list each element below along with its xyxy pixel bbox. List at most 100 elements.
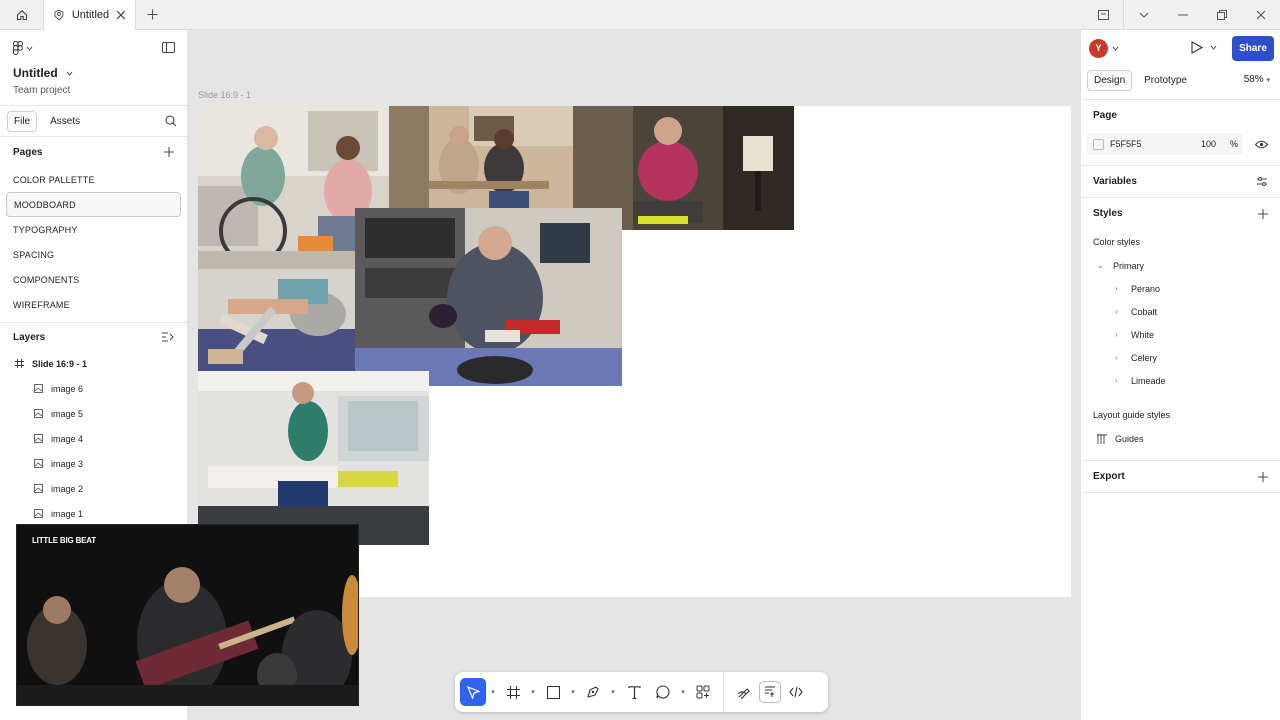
design-file-icon — [54, 9, 64, 21]
color-style-item[interactable]: › Celery — [1093, 346, 1268, 369]
color-style-item[interactable]: › Cobalt — [1093, 300, 1268, 323]
frame-label[interactable]: Slide 16:9 - 1 — [198, 90, 251, 100]
home-button[interactable] — [0, 0, 44, 30]
sidebar-toggle-icon — [162, 42, 175, 53]
dev-mode-toggle[interactable] — [783, 678, 809, 706]
close-icon — [1256, 10, 1265, 20]
tab-assets[interactable]: Assets — [44, 112, 86, 131]
rectangle-icon — [546, 685, 560, 699]
home-icon — [16, 9, 27, 20]
image-2[interactable] — [198, 269, 355, 371]
photo-kitchen — [389, 106, 573, 208]
color-style-item[interactable]: › White — [1093, 323, 1268, 346]
color-swatch[interactable] — [1093, 138, 1104, 150]
layer-frame[interactable]: Slide 16:9 - 1 — [0, 351, 187, 376]
image-icon — [34, 484, 43, 493]
page-item-selected[interactable]: MOODBOARD — [6, 192, 181, 217]
draw-icon — [737, 688, 750, 699]
layer-row[interactable]: image 2 — [0, 476, 187, 501]
window-menu-icon — [1098, 10, 1109, 20]
title-bar: Untitled — [0, 0, 1280, 30]
image-5[interactable] — [389, 106, 573, 208]
move-tool[interactable] — [460, 678, 486, 706]
image-icon — [34, 509, 43, 518]
team-name: Team project — [13, 85, 71, 96]
page-item[interactable]: TYPOGRAPHY — [0, 217, 187, 242]
guides-label: Guides — [1115, 433, 1144, 444]
styles-section: Styles Color styles ⌄ Primary › Perano ›… — [1081, 198, 1280, 461]
image-1[interactable] — [198, 371, 429, 545]
frame-tool[interactable] — [500, 678, 526, 706]
layers-header: Layers — [13, 331, 46, 343]
video-overlay[interactable]: LITTLE BIG BEAT — [16, 524, 359, 706]
add-page-icon[interactable] — [164, 147, 174, 157]
add-export-icon[interactable] — [1258, 471, 1268, 482]
toggle-panel-button[interactable] — [162, 42, 175, 56]
chevron-down-icon[interactable] — [1112, 46, 1119, 51]
text-tool[interactable] — [620, 678, 648, 706]
frame-icon — [15, 359, 24, 368]
eye-icon[interactable] — [1255, 140, 1268, 149]
menu-button[interactable] — [1084, 0, 1123, 30]
design-mode-toggle[interactable] — [759, 681, 781, 703]
layer-label: image 4 — [51, 433, 84, 444]
present-button[interactable] — [1191, 41, 1217, 54]
layer-row[interactable]: image 5 — [0, 401, 187, 426]
share-button[interactable]: Share — [1232, 36, 1274, 61]
layer-row[interactable]: image 3 — [0, 451, 187, 476]
minimize-button[interactable] — [1163, 0, 1202, 30]
shape-tool[interactable] — [540, 678, 566, 706]
right-panel: Y Share Design Prototype 58% ▾ Page F5F5… — [1080, 30, 1280, 720]
variables-settings-icon[interactable] — [1256, 176, 1268, 187]
pen-tool-menu[interactable]: ▾ — [608, 678, 618, 706]
file-name-button[interactable]: Untitled — [13, 66, 174, 80]
layer-row[interactable]: image 6 — [0, 376, 187, 401]
add-style-icon[interactable] — [1258, 208, 1268, 219]
move-tool-menu[interactable]: ▾ — [488, 678, 498, 706]
image-icon — [34, 384, 43, 393]
code-icon — [789, 686, 803, 698]
search-icon[interactable] — [165, 115, 177, 127]
layer-row[interactable]: image 4 — [0, 426, 187, 451]
frame-tool-menu[interactable]: ▾ — [528, 678, 538, 706]
page-color-field[interactable]: F5F5F5 100 % — [1087, 133, 1243, 155]
comment-tool-menu[interactable]: ▾ — [678, 678, 688, 706]
guides-style-item[interactable]: Guides — [1093, 427, 1268, 450]
pen-tool[interactable] — [580, 678, 606, 706]
page-item[interactable]: COLOR PALLETTE — [0, 167, 187, 192]
chevron-right-icon: › — [1115, 376, 1118, 385]
actions-tool[interactable] — [690, 678, 716, 706]
layer-frame-label: Slide 16:9 - 1 — [32, 358, 88, 369]
image-3[interactable] — [355, 208, 622, 386]
main-menu-button[interactable] — [13, 40, 174, 56]
avatar[interactable]: Y — [1089, 38, 1108, 58]
color-style-item[interactable]: › Perano — [1093, 277, 1268, 300]
draw-tool[interactable] — [731, 678, 757, 706]
restore-button[interactable] — [1202, 0, 1241, 30]
style-group-label: Primary — [1113, 260, 1144, 271]
close-icon[interactable] — [116, 10, 126, 20]
page-color-value[interactable]: F5F5F5 — [1110, 139, 1195, 149]
close-window-button[interactable] — [1241, 0, 1280, 30]
dropdown-button[interactable] — [1124, 0, 1163, 30]
components-icon — [696, 685, 710, 699]
file-tab[interactable]: Untitled — [44, 0, 136, 30]
text-icon — [627, 685, 641, 699]
shape-tool-menu[interactable]: ▾ — [568, 678, 578, 706]
tab-design[interactable]: Design — [1087, 69, 1133, 91]
style-group-primary[interactable]: ⌄ Primary — [1093, 254, 1268, 277]
layer-row[interactable]: image 1 — [0, 501, 187, 526]
color-style-item[interactable]: › Limeade — [1093, 369, 1268, 392]
pages-list: COLOR PALLETTE MOODBOARD TYPOGRAPHY SPAC… — [0, 167, 187, 317]
zoom-menu[interactable]: 58% ▾ — [1244, 74, 1270, 85]
file-tab-label: Untitled — [71, 8, 110, 21]
new-tab-button[interactable] — [136, 0, 168, 30]
page-opacity-value[interactable]: 100 — [1201, 139, 1216, 149]
page-item[interactable]: SPACING — [0, 242, 187, 267]
page-item[interactable]: WIREFRAME — [0, 292, 187, 317]
tab-prototype[interactable]: Prototype — [1138, 71, 1193, 90]
comment-tool[interactable] — [650, 678, 676, 706]
page-item[interactable]: COMPONENTS — [0, 267, 187, 292]
tab-file[interactable]: File — [7, 110, 38, 132]
layers-filter-icon[interactable] — [162, 332, 174, 342]
